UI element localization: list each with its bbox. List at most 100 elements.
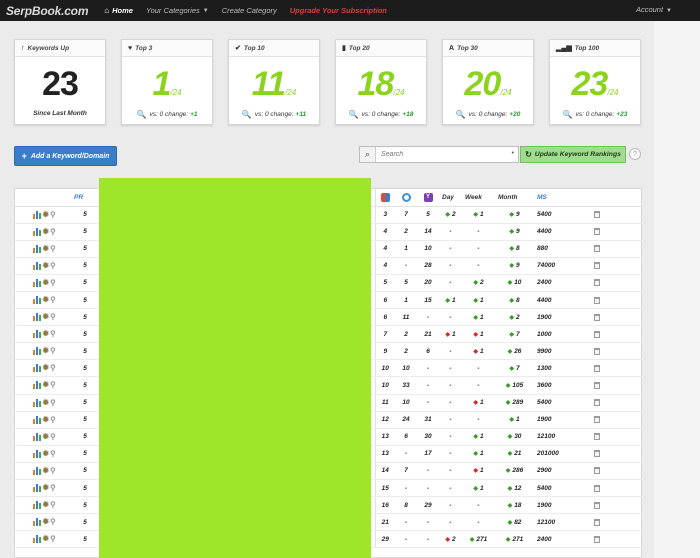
header-pr[interactable]: PR <box>71 189 99 207</box>
update-rankings-button[interactable]: ↻ Update Keyword Rankings <box>520 146 626 163</box>
magnifier-icon[interactable]: ⚲ <box>50 484 56 492</box>
trash-icon[interactable] <box>593 450 600 458</box>
row-delete[interactable] <box>574 479 619 498</box>
row-delete[interactable] <box>574 291 619 310</box>
trash-icon[interactable] <box>593 416 600 424</box>
chart-icon[interactable] <box>33 210 42 219</box>
trash-icon[interactable] <box>593 399 600 407</box>
trash-icon[interactable] <box>593 262 600 270</box>
gear-icon[interactable]: ✹ <box>42 330 49 338</box>
chart-icon[interactable] <box>33 296 42 305</box>
trash-icon[interactable] <box>593 364 600 372</box>
row-delete[interactable] <box>574 308 619 327</box>
chart-icon[interactable] <box>33 466 42 475</box>
row-delete[interactable] <box>574 359 619 378</box>
row-delete[interactable] <box>574 428 619 446</box>
nav-upgrade[interactable]: Upgrade Your Subscription <box>290 6 387 15</box>
magnifier-icon[interactable]: ⚲ <box>50 449 56 458</box>
trash-icon[interactable] <box>593 347 600 355</box>
chart-icon[interactable] <box>33 227 42 236</box>
chart-icon[interactable] <box>33 313 42 322</box>
trash-icon[interactable] <box>593 211 600 219</box>
gear-icon[interactable]: ✹ <box>42 484 49 492</box>
nav-create-category[interactable]: Create Category <box>222 6 277 15</box>
magnifier-icon[interactable]: ⚲ <box>50 415 56 424</box>
gear-icon[interactable]: ✹ <box>42 347 49 355</box>
row-delete[interactable] <box>574 411 619 429</box>
header-yahoo[interactable]: Y <box>417 189 439 207</box>
trash-icon[interactable] <box>593 245 600 253</box>
gear-icon[interactable]: ✹ <box>42 261 49 270</box>
chart-icon[interactable] <box>33 261 42 270</box>
row-delete[interactable] <box>574 462 619 481</box>
row-delete[interactable] <box>574 394 619 412</box>
magnifier-icon[interactable]: ⚲ <box>50 466 56 475</box>
trash-icon[interactable] <box>593 279 600 287</box>
magnifier-icon[interactable]: ⚲ <box>50 381 56 389</box>
magnifier-icon[interactable]: ⚲ <box>50 347 56 355</box>
chart-icon[interactable] <box>33 432 42 441</box>
gear-icon[interactable]: ✹ <box>42 501 49 509</box>
add-keyword-button[interactable]: + Add a Keyword/Domain <box>14 146 117 166</box>
magnifier-icon[interactable]: ⚲ <box>50 432 56 441</box>
chart-icon[interactable] <box>33 364 42 373</box>
magnifier-icon[interactable]: ⚲ <box>50 313 56 321</box>
row-delete[interactable] <box>574 240 619 258</box>
row-delete[interactable] <box>574 342 619 361</box>
chart-icon[interactable] <box>33 398 42 407</box>
gear-icon[interactable]: ✹ <box>42 244 49 253</box>
row-delete[interactable] <box>574 530 619 549</box>
chart-icon[interactable] <box>33 518 42 527</box>
trash-icon[interactable] <box>593 330 600 338</box>
row-delete[interactable] <box>574 223 619 241</box>
header-google[interactable] <box>374 189 395 207</box>
gear-icon[interactable]: ✹ <box>42 227 49 236</box>
row-delete[interactable] <box>574 496 619 515</box>
row-delete[interactable] <box>574 513 619 532</box>
chart-icon[interactable] <box>33 330 42 339</box>
magnifier-icon[interactable]: ⚲ <box>50 535 56 543</box>
magnifier-icon[interactable]: ⚲ <box>50 244 56 253</box>
gear-icon[interactable]: ✹ <box>42 313 49 321</box>
magnifier-icon[interactable]: ⚲ <box>50 227 56 236</box>
magnifier-icon[interactable]: ⚲ <box>50 364 56 372</box>
trash-icon[interactable] <box>593 296 600 304</box>
chart-icon[interactable] <box>33 501 42 510</box>
brand-logo[interactable]: SerpBook.com <box>6 4 88 18</box>
account-menu[interactable]: Account ▼ <box>636 5 672 14</box>
gear-icon[interactable]: ✹ <box>42 278 49 287</box>
trash-icon[interactable] <box>593 381 600 389</box>
gear-icon[interactable]: ✹ <box>42 381 49 389</box>
nav-home[interactable]: ⌂ Home <box>104 6 133 15</box>
chart-icon[interactable] <box>33 381 42 390</box>
row-delete[interactable] <box>574 274 619 292</box>
chart-icon[interactable] <box>33 415 42 424</box>
header-week[interactable]: Week <box>462 189 495 207</box>
magnifier-icon[interactable]: ⚲ <box>50 210 56 219</box>
row-delete[interactable] <box>574 325 619 344</box>
gear-icon[interactable]: ✹ <box>42 535 49 543</box>
gear-icon[interactable]: ✹ <box>42 210 49 219</box>
gear-icon[interactable]: ✹ <box>42 398 49 407</box>
magnifier-icon[interactable]: ⚲ <box>50 296 56 304</box>
row-delete[interactable] <box>574 445 619 463</box>
chart-icon[interactable] <box>33 347 42 356</box>
trash-icon[interactable] <box>593 467 600 475</box>
chart-icon[interactable] <box>33 484 42 493</box>
chart-icon[interactable] <box>33 278 42 287</box>
nav-categories[interactable]: Your Categories ▼ <box>146 6 209 15</box>
gear-icon[interactable]: ✹ <box>42 466 49 475</box>
chart-icon[interactable] <box>33 244 42 253</box>
gear-icon[interactable]: ✹ <box>42 415 49 424</box>
magnifier-icon[interactable]: ⚲ <box>50 261 56 270</box>
trash-icon[interactable] <box>593 433 600 441</box>
row-delete[interactable] <box>574 257 619 275</box>
trash-icon[interactable] <box>593 484 600 492</box>
magnifier-icon[interactable]: ⚲ <box>50 398 56 407</box>
gear-icon[interactable]: ✹ <box>42 364 49 372</box>
help-button[interactable]: ? <box>629 148 641 160</box>
trash-icon[interactable] <box>593 518 600 526</box>
trash-icon[interactable] <box>593 535 600 543</box>
header-month[interactable]: Month <box>495 189 534 207</box>
gear-icon[interactable]: ✹ <box>42 296 49 304</box>
